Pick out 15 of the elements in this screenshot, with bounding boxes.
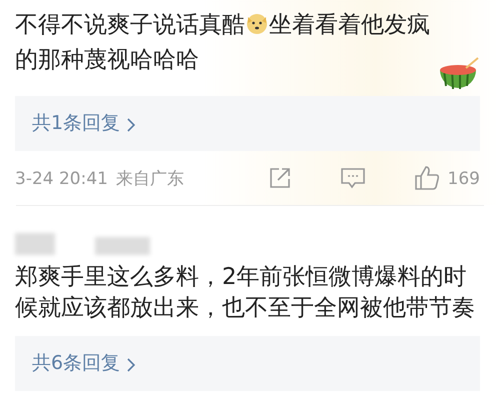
comment-text: 不得不说爽子说话真酷 <box>15 12 245 38</box>
share-icon <box>268 166 292 190</box>
thumbs-up-icon <box>414 165 440 191</box>
comment-text: 郑爽手里这么多料，2年前张恒微博爆料的时候就应该都放出来，也不至于全网被他带节奏 <box>15 264 475 321</box>
like-count: 169 <box>448 168 480 192</box>
comment-text: 的那种蔑视哈哈哈 <box>15 47 199 73</box>
comment-text: 坐着看着他发疯 <box>269 12 430 38</box>
chevron-icon <box>126 358 136 372</box>
replies-link[interactable]: 共6条回复 <box>32 349 136 378</box>
dog-face-icon <box>245 11 269 35</box>
comment-icon <box>340 166 366 190</box>
chevron-icon <box>126 118 136 132</box>
replies-link[interactable]: 共1条回复 <box>32 109 136 138</box>
post-location: 来自广东 <box>116 168 184 192</box>
post-time: 3-24 20:41 <box>15 168 108 192</box>
